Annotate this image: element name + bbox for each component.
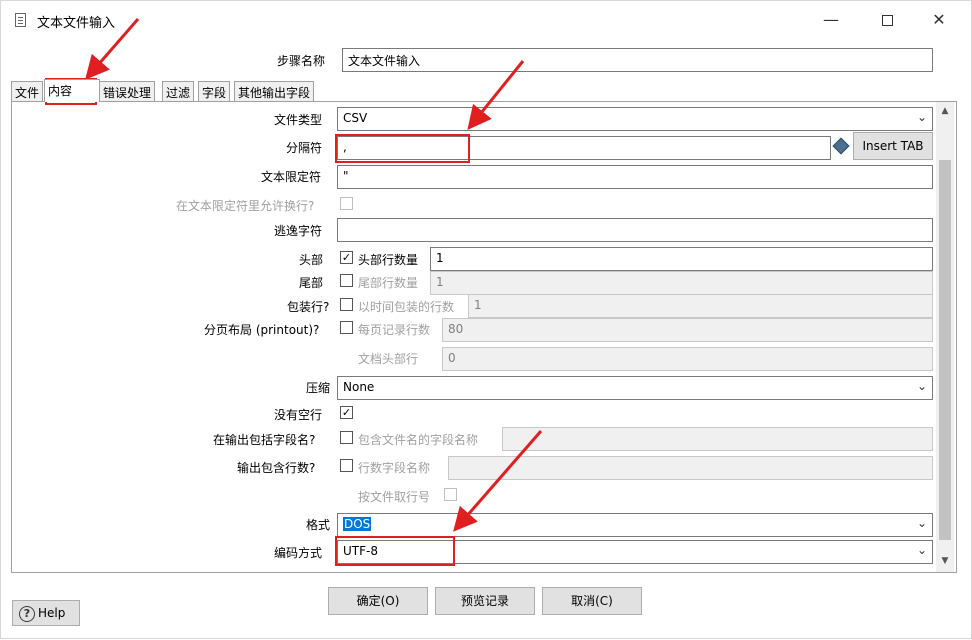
rownum-by-file-label: 按文件取行号: [358, 490, 431, 504]
maximize-button[interactable]: [867, 6, 907, 34]
format-select[interactable]: DOS ⌄: [337, 513, 933, 537]
ok-button[interactable]: 确定(O): [328, 587, 428, 615]
allow-breaks-label: 在文本限定符里允许换行?: [176, 199, 315, 213]
document-icon: [15, 13, 26, 27]
maximize-icon: [881, 15, 893, 26]
vertical-scrollbar[interactable]: ▲ ▼: [936, 102, 954, 572]
file-type-value: CSV: [343, 111, 368, 125]
chevron-down-icon: ⌄: [916, 110, 927, 124]
dialog-window: 文本文件输入 — ✕ 步骤名称 文本文件输入 文件 内容 错误处理 过滤 字段 …: [0, 0, 972, 639]
no-empty-rows-label: 没有空行: [274, 408, 323, 422]
rownum-by-file-checkbox[interactable]: [444, 488, 457, 501]
footer-rows-label: 尾部行数量: [358, 276, 419, 290]
header-rows-input[interactable]: 1: [430, 247, 933, 271]
help-icon: ?: [19, 605, 35, 622]
include-rownum-checkbox[interactable]: [340, 459, 353, 472]
wrapped-checkbox[interactable]: [340, 298, 353, 311]
filename-field-input[interactable]: [502, 427, 933, 451]
enclosure-input[interactable]: ": [337, 165, 933, 189]
filename-field-label: 包含文件名的字段名称: [358, 433, 479, 447]
paged-layout-checkbox[interactable]: [340, 321, 353, 334]
wrapped-label: 包装行?: [287, 300, 330, 314]
step-name-input[interactable]: 文本文件输入: [342, 48, 933, 72]
allow-breaks-checkbox[interactable]: [340, 197, 353, 210]
include-filename-checkbox[interactable]: [340, 431, 353, 444]
header-checkbox[interactable]: ✓: [340, 251, 353, 264]
preview-button[interactable]: 预览记录: [435, 587, 535, 615]
rownum-field-input[interactable]: [448, 456, 933, 480]
tab-filter[interactable]: 过滤: [162, 81, 195, 102]
format-value: DOS: [343, 517, 372, 531]
footer-label: 尾部: [299, 276, 324, 290]
scroll-down-icon[interactable]: ▼: [936, 554, 954, 568]
compression-label: 压缩: [306, 381, 331, 395]
chevron-down-icon: ⌄: [916, 379, 927, 393]
footer-checkbox[interactable]: [340, 274, 353, 287]
paged-layout-label: 分页布局 (printout)?: [204, 323, 320, 337]
format-label: 格式: [306, 518, 331, 532]
compression-value: None: [343, 380, 375, 394]
header-rows-label: 头部行数量: [358, 253, 419, 267]
minimize-button[interactable]: —: [811, 6, 851, 34]
scroll-thumb[interactable]: [939, 160, 951, 540]
escape-input[interactable]: [337, 218, 933, 242]
encoding-label: 编码方式: [274, 546, 323, 560]
encoding-value: UTF-8: [343, 544, 378, 558]
title-bar: 文本文件输入 — ✕: [1, 1, 971, 37]
tab-content[interactable]: 内容: [44, 79, 100, 102]
separator-label: 分隔符: [286, 141, 323, 155]
close-button[interactable]: ✕: [919, 6, 959, 34]
page-rows-label: 每页记录行数: [358, 323, 431, 337]
tab-error-handling[interactable]: 错误处理: [99, 81, 156, 102]
scroll-up-icon[interactable]: ▲: [936, 104, 954, 118]
encoding-select[interactable]: UTF-8 ⌄: [337, 540, 933, 564]
no-empty-rows-checkbox[interactable]: ✓: [340, 406, 353, 419]
rownum-field-label: 行数字段名称: [358, 461, 431, 475]
chevron-down-icon: ⌄: [916, 543, 927, 557]
tab-fields[interactable]: 字段: [198, 81, 231, 102]
file-type-label: 文件类型: [274, 113, 323, 127]
help-button[interactable]: ? Help: [12, 600, 80, 626]
help-label: Help: [38, 606, 66, 620]
compression-select[interactable]: None ⌄: [337, 376, 933, 400]
step-name-label: 步骤名称: [277, 54, 326, 68]
enclosure-label: 文本限定符: [261, 170, 322, 184]
cancel-button[interactable]: 取消(C): [542, 587, 642, 615]
escape-label: 逃逸字符: [274, 224, 323, 238]
wrapped-rows-label: 以时间包装的行数: [358, 300, 455, 314]
header-label: 头部: [299, 253, 324, 267]
chevron-down-icon: ⌄: [916, 516, 927, 530]
separator-input[interactable]: ,: [337, 136, 831, 160]
page-rows-input[interactable]: 80: [442, 318, 933, 342]
include-filename-label: 在输出包括字段名?: [213, 433, 316, 447]
insert-tab-button[interactable]: Insert TAB: [853, 132, 933, 160]
file-type-select[interactable]: CSV ⌄: [337, 107, 933, 131]
tab-file[interactable]: 文件: [11, 81, 44, 102]
footer-rows-input[interactable]: 1: [430, 271, 933, 295]
window-title: 文本文件输入: [37, 16, 116, 31]
doc-header-rows-input[interactable]: 0: [442, 347, 933, 371]
wrapped-rows-input[interactable]: 1: [468, 294, 933, 318]
doc-header-rows-label: 文档头部行: [358, 352, 419, 366]
include-rownum-label: 输出包含行数?: [237, 461, 316, 475]
tab-additional-fields[interactable]: 其他输出字段: [234, 81, 315, 102]
